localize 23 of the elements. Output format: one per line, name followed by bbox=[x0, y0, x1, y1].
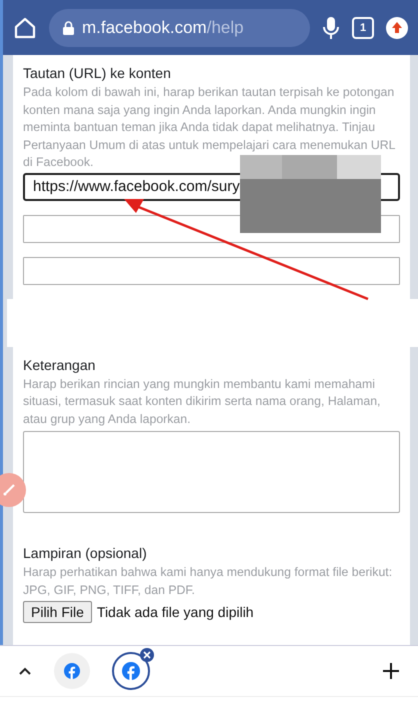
upload-icon[interactable] bbox=[386, 16, 408, 38]
microphone-icon[interactable] bbox=[322, 16, 340, 40]
lock-icon bbox=[63, 20, 74, 34]
facebook-icon bbox=[122, 662, 140, 680]
file-status: Tidak ada file yang dipilih bbox=[96, 604, 254, 620]
address-bar[interactable]: m.facebook.com/help bbox=[49, 8, 310, 46]
section-title: Lampiran (opsional) bbox=[23, 545, 148, 561]
section-description: Harap berikan rincian yang mungkin membantu kami memahami situasi, termasuk saat konten dikirim serta nama orang, Halaman, atau grup yang Anda laporkan. bbox=[23, 376, 382, 428]
description-field[interactable] bbox=[23, 431, 400, 513]
tab-count[interactable]: 1 bbox=[352, 16, 374, 38]
pen-icon bbox=[2, 483, 16, 497]
section-title: Tautan (URL) ke konten bbox=[23, 65, 172, 81]
caret-icon[interactable] bbox=[18, 666, 32, 676]
section-title: Keterangan bbox=[23, 356, 96, 372]
plus-icon[interactable] bbox=[382, 662, 400, 680]
choose-file-button[interactable]: Pilih File bbox=[23, 601, 92, 623]
section-description: Pada kolom di bawah ini, harap berikan tautan terpisah ke potongan konten mana saja yang ingin Anda laporkan. Anda mungkin ingin meminta bantuan teman jika Anda tidak dapat melihatnya. Tinjau Pertanyaan Umum di atas untuk mempelajari cara menemukan URL di Facebook. bbox=[23, 84, 396, 171]
facebook-icon bbox=[64, 663, 80, 679]
section-description: Harap perhatikan bahwa kami hanya mendukung format file berikut: JPG, GIF, PNG, TIFF, dan PDF. bbox=[23, 564, 394, 598]
url-field[interactable] bbox=[23, 256, 400, 284]
close-icon[interactable] bbox=[140, 648, 154, 662]
home-icon[interactable] bbox=[13, 16, 37, 40]
tab-thumbnail[interactable] bbox=[54, 653, 90, 689]
